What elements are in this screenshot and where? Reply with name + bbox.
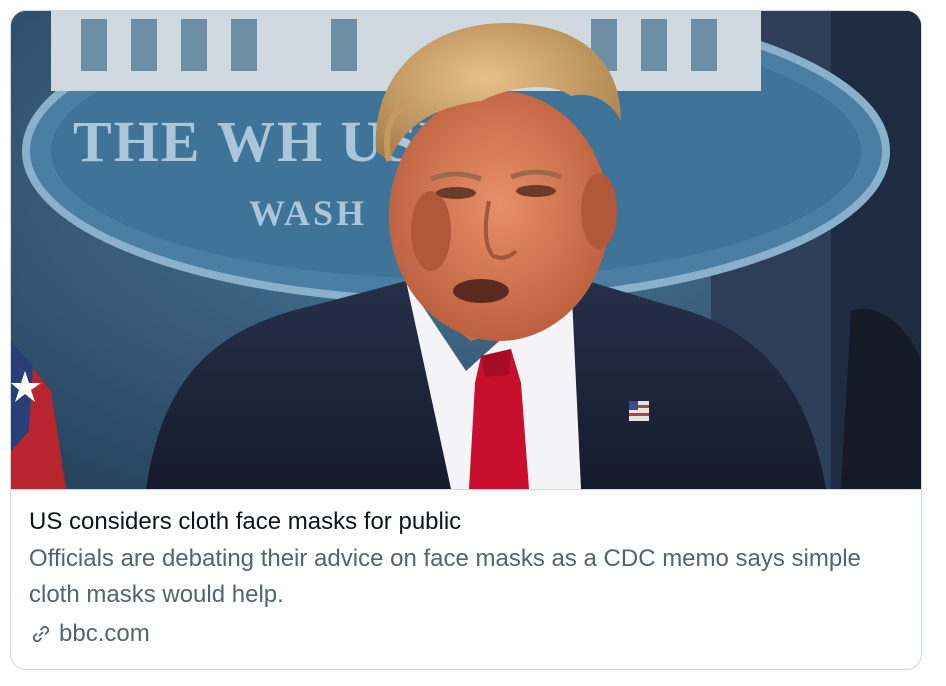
seal-subtext: WASH [249,193,367,233]
article-thumbnail[interactable]: THE WH USE WASH [11,11,921,489]
link-preview-card[interactable]: THE WH USE WASH US considers cloth face … [10,10,922,670]
press-briefing-photo: THE WH USE WASH [11,11,921,489]
article-title[interactable]: US considers cloth face masks for public [29,507,899,537]
domain-label[interactable]: bbc.com [59,619,150,649]
card-divider [11,489,921,490]
card-text-area[interactable]: US considers cloth face masks for public… [29,507,899,649]
link-icon [29,622,53,646]
article-domain[interactable]: bbc.com [29,619,899,649]
article-description: Officials are debating their advice on f… [29,545,861,608]
